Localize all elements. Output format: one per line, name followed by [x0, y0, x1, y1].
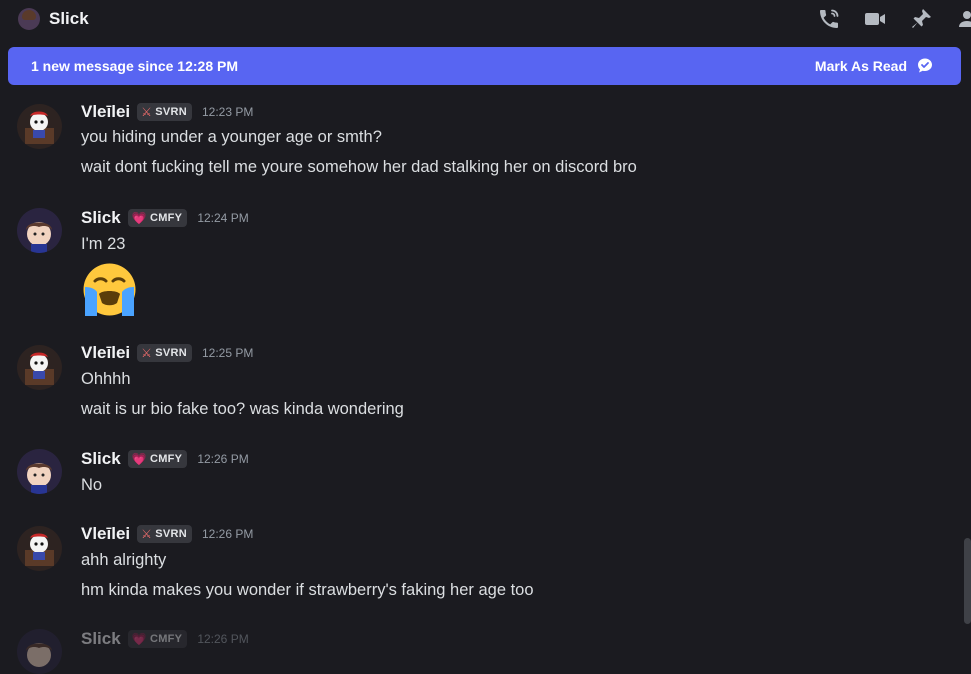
guild-tag[interactable]: 💗 CMFY [127, 450, 188, 468]
dm-user-avatar[interactable] [18, 8, 40, 30]
username[interactable]: Vleīlei [81, 524, 130, 544]
heart-icon: 💗 [131, 211, 147, 225]
username[interactable]: Vleīlei [81, 102, 130, 122]
guild-tag-label: SVRN [155, 106, 187, 118]
timestamp: 12:26 PM [197, 632, 249, 646]
guild-tag-label: CMFY [149, 212, 183, 224]
message-header: Slick 💗 CMFY 12:24 PM [81, 208, 249, 228]
message-text: wait dont fucking tell me youre somehow … [81, 158, 637, 176]
message-text: you hiding under a younger age or smth? [81, 128, 382, 146]
guild-tag-label: SVRN [155, 528, 187, 540]
avatar[interactable] [17, 526, 62, 571]
message-text: hm kinda makes you wonder if strawberry'… [81, 581, 534, 599]
message-header: Vleīlei ⚔ SVRN 12:23 PM [81, 102, 253, 122]
new-messages-banner[interactable]: 1 new message since 12:28 PM Mark As Rea… [8, 47, 961, 85]
username[interactable]: Vleīlei [81, 343, 130, 363]
phone-icon[interactable] [817, 7, 841, 31]
timestamp: 12:25 PM [201, 346, 254, 360]
dm-title: Slick [49, 9, 89, 28]
guild-tag[interactable]: ⚔ SVRN [137, 525, 192, 543]
member-list-icon[interactable] [955, 7, 971, 31]
message-list[interactable]: Vleīlei ⚔ SVRN 12:23 PM you hiding under … [0, 88, 962, 674]
message-text: Ohhhh [81, 370, 131, 388]
swords-icon: ⚔ [141, 346, 153, 360]
new-messages-text: 1 new message since 12:28 PM [31, 58, 238, 74]
guild-tag-label: SVRN [155, 347, 187, 359]
mark-as-read-label: Mark As Read [814, 58, 907, 74]
guild-tag[interactable]: ⚔ SVRN [137, 103, 192, 121]
swords-icon: ⚔ [141, 105, 153, 119]
timestamp: 12:23 PM [201, 105, 254, 119]
username[interactable]: Slick [81, 449, 121, 469]
message-header: Vleīlei ⚔ SVRN 12:25 PM [81, 343, 253, 363]
guild-tag-label: CMFY [149, 453, 183, 465]
avatar[interactable] [17, 345, 62, 390]
video-call-icon[interactable] [863, 7, 887, 31]
swords-icon: ⚔ [141, 527, 153, 541]
username[interactable]: Slick [81, 208, 121, 228]
guild-tag[interactable]: 💗 CMFY [127, 630, 188, 648]
message-text: ahh alrighty [81, 551, 167, 569]
message-header: Slick 💗 CMFY 12:26 PM [81, 449, 249, 469]
username[interactable]: Slick [81, 629, 121, 649]
guild-tag[interactable]: ⚔ SVRN [137, 344, 192, 362]
avatar[interactable] [17, 629, 62, 674]
chat-scrollbar-thumb[interactable] [964, 538, 971, 624]
mark-as-read-button[interactable]: Mark As Read [815, 56, 935, 76]
avatar[interactable] [17, 104, 62, 149]
avatar[interactable] [17, 449, 62, 494]
guild-tag[interactable]: 💗 CMFY [127, 209, 188, 227]
timestamp: 12:26 PM [197, 452, 249, 466]
avatar[interactable] [17, 208, 62, 253]
header-toolbar [817, 7, 971, 31]
pin-icon[interactable] [909, 7, 933, 31]
timestamp: 12:26 PM [201, 527, 254, 541]
heart-icon: 💗 [131, 632, 147, 646]
mark-read-icon [918, 58, 932, 73]
channel-header: Slick [0, 0, 971, 38]
message-header: Vleīlei ⚔ SVRN 12:26 PM [81, 524, 253, 544]
message-text: wait is ur bio fake too? was kinda wonde… [81, 400, 404, 418]
message-text: I'm 23 [81, 235, 126, 253]
message-text: No [81, 476, 103, 494]
heart-icon: 💗 [131, 452, 147, 466]
message-header: Slick 💗 CMFY 12:26 PM [81, 629, 249, 649]
timestamp: 12:24 PM [197, 211, 249, 225]
loudly-crying-face-emoji[interactable] [81, 261, 138, 318]
guild-tag-label: CMFY [149, 633, 183, 645]
